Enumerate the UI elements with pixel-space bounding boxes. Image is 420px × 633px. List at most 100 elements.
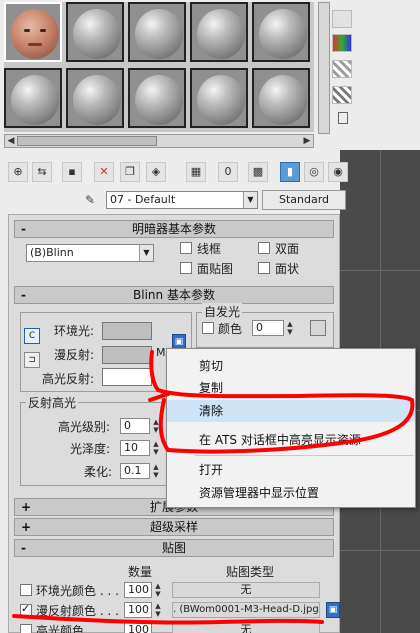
menu-item-show-in-explorer[interactable]: 资源管理器中显示位置: [167, 482, 415, 504]
spinner-arrows-icon[interactable]: ▲ ▼: [153, 602, 163, 618]
sphere-icon: [135, 75, 183, 125]
rollout-shader-basic-header[interactable]: - 明暗器基本参数: [14, 220, 334, 238]
context-menu: 剪切 复制 清除 在 ATS 对话框中高亮显示资源 打开 资源管理器中显示位置: [166, 348, 416, 508]
soften-label: 柔化:: [84, 465, 113, 479]
sample-type-icon[interactable]: [332, 10, 352, 28]
sample-slot[interactable]: [128, 68, 186, 128]
spinner-arrows-icon[interactable]: ▲ ▼: [151, 418, 161, 434]
lock-diffuse-specular-icon[interactable]: ⊐: [24, 352, 40, 368]
specular-map-amount-input[interactable]: 100: [124, 622, 152, 633]
sample-slot[interactable]: [252, 68, 310, 128]
diffuse-map-button[interactable]: M: [156, 346, 166, 359]
sample-slot[interactable]: [128, 2, 186, 62]
sample-slot[interactable]: [190, 68, 248, 128]
sample-slot[interactable]: [252, 2, 310, 62]
show-map-in-viewport-icon[interactable]: ▩: [248, 162, 268, 182]
self-illum-value-input[interactable]: 0: [252, 320, 284, 336]
diffuse-map-checkbox[interactable]: [20, 602, 32, 616]
reset-map-icon[interactable]: ✕: [94, 162, 114, 182]
spinner-arrows-icon[interactable]: ▲ ▼: [151, 463, 161, 479]
soften-input[interactable]: 0.1: [120, 463, 150, 479]
face-map-label: 面贴图: [197, 262, 234, 276]
spinner-arrows-icon[interactable]: ▲ ▼: [153, 582, 163, 598]
assign-to-selection-icon[interactable]: ▪: [62, 162, 82, 182]
collapse-sign: -: [21, 541, 26, 555]
menu-item-cut[interactable]: 剪切: [167, 355, 415, 377]
rollout-blinn-basic-header[interactable]: - Blinn 基本参数: [14, 286, 334, 304]
menu-item-highlight-in-ats[interactable]: 在 ATS 对话框中高亮显示资源: [167, 429, 415, 451]
self-illumination-title: 自发光: [202, 303, 243, 320]
lock-icon[interactable]: ▣: [326, 602, 340, 618]
glossiness-input[interactable]: 10: [120, 440, 150, 456]
backlight-icon[interactable]: [332, 34, 352, 52]
sample-slot-face[interactable]: [4, 2, 62, 62]
rollout-title: 超级采样: [149, 520, 198, 534]
menu-item-copy[interactable]: 复制: [167, 377, 415, 399]
ambient-map-button[interactable]: 无: [172, 582, 320, 598]
make-unique-icon[interactable]: ◈: [146, 162, 166, 182]
specular-label: 高光反射:: [42, 372, 95, 386]
go-to-parent-icon[interactable]: ◎: [304, 162, 324, 182]
options-dropdown-icon[interactable]: [338, 112, 348, 124]
self-illum-color-checkbox[interactable]: [202, 322, 214, 334]
chevron-down-icon[interactable]: ▼: [243, 192, 257, 208]
put-to-scene-icon[interactable]: ⇆: [32, 162, 52, 182]
material-id-channel-icon[interactable]: 0: [218, 162, 238, 182]
sphere-icon: [197, 9, 245, 59]
lock-ambient-diffuse-icon[interactable]: C: [24, 328, 40, 344]
specular-map-button[interactable]: 无: [172, 622, 320, 633]
sphere-icon: [73, 75, 121, 125]
faceted-label: 面状: [275, 262, 300, 276]
put-to-library-icon[interactable]: ▦: [186, 162, 206, 182]
sample-slot[interactable]: [66, 2, 124, 62]
sample-slots-grid: [4, 2, 314, 132]
shader-type-dropdown[interactable]: (B)Blinn ▼: [26, 244, 154, 262]
menu-item-clear[interactable]: 清除: [167, 400, 415, 422]
ambient-label: 环境光:: [54, 324, 95, 338]
wire-checkbox[interactable]: [180, 242, 192, 254]
two-sided-checkbox[interactable]: [258, 242, 270, 254]
sample-slot[interactable]: [190, 2, 248, 62]
rollout-title: Blinn 基本参数: [133, 288, 215, 302]
specular-map-label: 高光颜色 . . .: [36, 624, 107, 633]
material-name-row: ✎ 07 - Default ▼ Standard: [4, 190, 346, 212]
rollout-supersampling-header[interactable]: + 超级采样: [14, 518, 334, 536]
sample-slot[interactable]: [4, 68, 62, 128]
menu-item-open[interactable]: 打开: [167, 459, 415, 481]
diffuse-map-amount-input[interactable]: 100: [124, 602, 152, 618]
eyedropper-icon[interactable]: ✎: [82, 192, 98, 208]
two-sided-label: 双面: [275, 242, 300, 256]
scroll-left-icon[interactable]: ◀: [5, 135, 17, 147]
specular-level-input[interactable]: 0: [120, 418, 150, 434]
spinner-arrows-icon[interactable]: ▲ ▼: [285, 320, 295, 336]
material-editor-window: ◀ ▶ ⊕ ⇆ ▪ ✕ ❐ ◈ ▦ 0 ▩ ▮ ◎ ◉ ✎ 07 - Defau…: [0, 0, 420, 633]
face-map-checkbox[interactable]: [180, 262, 192, 274]
diffuse-map-file-button[interactable]: . (BWom0001-M3-Head-D.jpg): [172, 602, 320, 618]
ambient-map-amount-input[interactable]: 100: [124, 582, 152, 598]
ambient-color-swatch[interactable]: [102, 322, 152, 340]
specular-map-checkbox[interactable]: [20, 624, 32, 633]
shader-type-value: (B)Blinn: [30, 246, 74, 259]
sphere-icon: [73, 9, 121, 59]
faceted-checkbox[interactable]: [258, 262, 270, 274]
specular-color-swatch[interactable]: [102, 368, 152, 386]
get-material-icon[interactable]: ⊕: [8, 162, 28, 182]
scroll-thumb[interactable]: [17, 136, 157, 146]
spinner-arrows-icon[interactable]: ▲ ▼: [151, 440, 161, 456]
self-illum-map-button[interactable]: [310, 320, 326, 336]
scroll-right-icon[interactable]: ▶: [301, 135, 313, 147]
copy-material-icon[interactable]: ❐: [120, 162, 140, 182]
ambient-map-checkbox[interactable]: [20, 584, 32, 596]
background-checker-icon[interactable]: [332, 60, 352, 78]
show-end-result-icon[interactable]: ▮: [280, 162, 300, 182]
material-type-button[interactable]: Standard: [262, 190, 346, 210]
sample-uv-tiling-icon[interactable]: [332, 86, 352, 104]
go-forward-to-sibling-icon[interactable]: ◉: [328, 162, 348, 182]
slots-horizontal-scrollbar[interactable]: ◀ ▶: [4, 134, 314, 148]
diffuse-color-swatch[interactable]: [102, 346, 152, 364]
material-name-field[interactable]: 07 - Default ▼: [106, 191, 258, 209]
slots-vertical-scrollbar[interactable]: [318, 2, 330, 134]
sample-slot[interactable]: [66, 68, 124, 128]
rollout-maps-header[interactable]: - 贴图: [14, 539, 334, 557]
amount-column-header: 数量: [128, 565, 153, 579]
